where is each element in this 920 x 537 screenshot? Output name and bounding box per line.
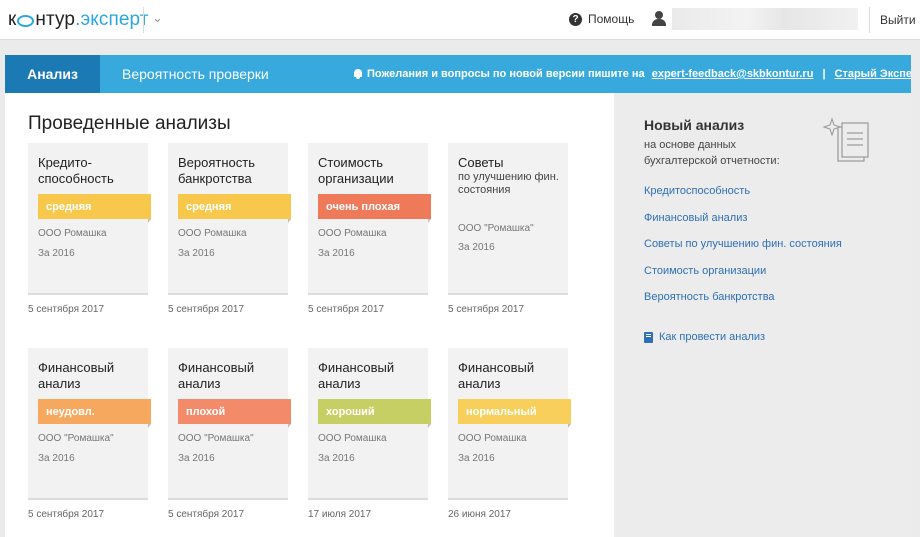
card-period: За 2016 (318, 248, 355, 259)
analysis-card[interactable]: Вероятность банкротства средняя ООО Рома… (168, 143, 291, 295)
user-icon (652, 11, 666, 27)
logo-text-rest: нтур (35, 9, 76, 30)
card-subtitle: по улучшению фин. состояния (458, 171, 559, 196)
sidebar-link-creditworthiness[interactable]: Кредитоспособность (644, 185, 750, 197)
sidebar-link-financial-analysis[interactable]: Финансовый анализ (644, 212, 747, 224)
rating-badge: средняя (178, 194, 291, 223)
analysis-card[interactable]: Кредито-способность средняя ООО Ромашка … (28, 143, 151, 295)
card-period: За 2016 (178, 248, 215, 259)
card-date: 5 сентября 2017 (168, 304, 245, 315)
analysis-card[interactable]: Финансовый анализ хороший ООО Ромашка За… (308, 348, 431, 500)
tab-audit-probability[interactable]: Вероятность проверки (122, 66, 269, 82)
rating-badge: неудовл. (38, 399, 151, 428)
sidebar-description: на основе данных бухгалтерской отчетност… (644, 139, 780, 167)
card-period: За 2016 (38, 248, 75, 259)
notice-separator: | (822, 68, 826, 80)
analysis-card[interactable]: Финансовый анализ неудовл. ООО "Ромашка"… (28, 348, 151, 500)
user-name-blurred[interactable] (672, 8, 858, 30)
sidebar-link-company-value[interactable]: Стоимость организации (644, 265, 766, 277)
logo-text-k: к (8, 9, 17, 30)
book-icon (644, 331, 653, 343)
card-title: Советы (458, 155, 504, 170)
card-period: За 2016 (38, 453, 75, 464)
top-header: к нтур .эксперт ⌄ ? Помощь Выйти (0, 0, 920, 40)
notice-text: Пожелания и вопросы по новой версии пиши… (367, 68, 645, 80)
analysis-card[interactable]: Стоимость организации очень плохая ООО Р… (308, 143, 431, 295)
header-divider (143, 7, 144, 33)
rating-badge: хороший (318, 399, 431, 428)
new-analysis-sidebar: Новый анализ на основе данных бухгалтерс… (614, 93, 911, 537)
analysis-card[interactable]: Финансовый анализ нормальный ООО Ромашка… (448, 348, 571, 500)
card-org: ООО Ромашка (318, 433, 387, 444)
chevron-down-icon[interactable]: ⌄ (152, 10, 163, 26)
card-title: Финансовый анализ (178, 360, 255, 391)
analysis-card[interactable]: Финансовый анализ плохой ООО "Ромашка" З… (168, 348, 291, 500)
bell-icon (353, 69, 363, 79)
rating-badge: плохой (178, 399, 291, 428)
question-icon: ? (569, 12, 582, 26)
card-period: За 2016 (458, 242, 495, 253)
card-period: За 2016 (318, 453, 355, 464)
card-title: Кредито-способность (38, 155, 114, 186)
card-org: ООО "Ромашка" (458, 223, 534, 234)
card-date: 17 июля 2017 (308, 509, 372, 520)
logo-text-sub: .эксперт (75, 9, 149, 30)
card-date: 5 сентября 2017 (308, 304, 385, 315)
card-period: За 2016 (458, 453, 495, 464)
help-link[interactable]: ? Помощь (569, 12, 634, 26)
card-title: Финансовый анализ (458, 360, 535, 391)
sidebar-link-advice[interactable]: Советы по улучшению фин. состояния (644, 238, 842, 250)
card-title: Финансовый анализ (318, 360, 395, 391)
feedback-email-link[interactable]: expert-feedback@skbkontur.ru (652, 68, 814, 80)
rating-badge: очень плохая (318, 194, 431, 223)
sidebar-link-bankruptcy[interactable]: Вероятность банкротства (644, 291, 775, 303)
card-date: 5 сентября 2017 (168, 509, 245, 520)
page-edge (911, 55, 920, 537)
kontur-expert-logo[interactable]: к нтур .эксперт (8, 9, 149, 31)
new-document-icon (822, 117, 869, 162)
card-org: ООО Ромашка (318, 228, 387, 239)
help-label: Помощь (588, 12, 635, 26)
card-date: 5 сентября 2017 (28, 509, 105, 520)
card-org: ООО Ромашка (178, 228, 247, 239)
card-org: ООО Ромашка (458, 433, 527, 444)
card-title: Стоимость организации (318, 155, 394, 186)
card-date: 5 сентября 2017 (28, 304, 105, 315)
card-title: Вероятность банкротства (178, 155, 255, 186)
card-org: ООО Ромашка (38, 228, 107, 239)
card-title: Финансовый анализ (38, 360, 115, 391)
feedback-notice: Пожелания и вопросы по новой версии пиши… (353, 68, 920, 80)
card-org: ООО "Ромашка" (178, 433, 254, 444)
tab-analysis[interactable]: Анализ (5, 55, 100, 93)
sidebar-title: Новый анализ (644, 117, 745, 133)
page-title: Проведенные анализы (28, 113, 231, 134)
howto-link[interactable]: Как провести анализ (644, 331, 765, 343)
analyses-panel: Проведенные анализы Кредито-способность … (5, 93, 614, 537)
rating-badge: нормальный (458, 399, 571, 428)
old-expert-link[interactable]: Старый Эксперт (835, 68, 920, 80)
card-date: 5 сентября 2017 (448, 304, 525, 315)
howto-label: Как провести анализ (659, 331, 766, 343)
card-org: ООО "Ромашка" (38, 433, 114, 444)
rating-badge: средняя (38, 194, 151, 223)
logout-button[interactable]: Выйти (880, 13, 916, 27)
card-period: За 2016 (178, 453, 215, 464)
card-date: 26 июня 2017 (448, 509, 511, 520)
analysis-card[interactable]: Советы по улучшению фин. состояния ООО "… (448, 143, 568, 295)
header-divider (869, 7, 870, 33)
logo-ring-icon (17, 15, 35, 27)
nav-bar: Анализ Вероятность проверки Пожелания и … (5, 55, 920, 93)
